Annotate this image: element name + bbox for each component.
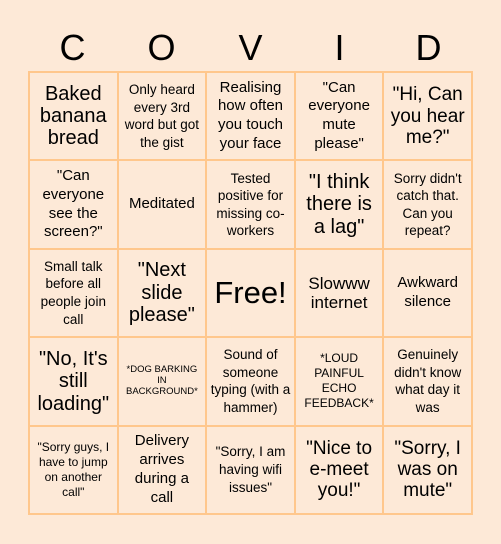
bingo-cell-text: *LOUD PAINFUL ECHO FEEDBACK* [304, 351, 374, 411]
bingo-cell[interactable]: "Hi, Can you hear me?" [383, 72, 472, 161]
bingo-cell-text: Meditated [128, 195, 195, 213]
header-letter-c: C [59, 27, 86, 68]
bingo-cell[interactable]: Sorry didn't catch that. Can you repeat? [383, 160, 472, 249]
bingo-cell-text: "No, It's still loading" [37, 347, 110, 415]
bingo-cell-text: "Can everyone see the screen?" [42, 167, 105, 241]
bingo-cell[interactable]: Only heard every 3rd word but got the gi… [117, 72, 207, 161]
bingo-cell[interactable]: "Sorry, I was on mute" [383, 425, 472, 514]
bingo-cell[interactable]: *LOUD PAINFUL ECHO FEEDBACK* [294, 337, 384, 426]
bingo-cell[interactable]: "I think there is a lag" [294, 160, 384, 249]
bingo-cell-text: *DOG BARKING IN BACKGROUND* [125, 364, 198, 397]
bingo-cell-text: "Hi, Can you hear me?" [390, 84, 465, 148]
header-letter-d: D [415, 27, 442, 68]
bingo-cell[interactable]: Meditated [117, 160, 207, 249]
bingo-cell-text: "Nice to e-meet you!" [306, 437, 373, 502]
header-letter-i: I [334, 27, 345, 68]
bingo-cell-text: Awkward silence [397, 274, 458, 310]
free-space-cell[interactable]: Free! [206, 248, 295, 338]
bingo-cell[interactable]: Sound of someone typing (with a hammer) [206, 337, 295, 426]
bingo-cell-text: Sound of someone typing (with a hammer) [210, 347, 291, 415]
bingo-cell[interactable]: "No, It's still loading" [29, 337, 118, 426]
bingo-cell[interactable]: "Nice to e-meet you!" [294, 425, 384, 514]
header-letter-o: O [147, 27, 176, 68]
bingo-cell-text: "Sorry, I was on mute" [394, 437, 461, 502]
header-letter-v: V [238, 27, 263, 68]
bingo-cell-text: "Can everyone mute please" [308, 78, 370, 152]
bingo-cell-text: Delivery arrives during a call [134, 432, 189, 506]
free-space-text: Free! [214, 274, 287, 310]
bingo-cell[interactable]: "Sorry, I am having wifi issues" [206, 425, 295, 514]
bingo-cell-text: Slowww internet [308, 273, 370, 312]
bingo-cell[interactable]: Realising how often you touch your face [206, 72, 295, 161]
bingo-cell[interactable]: Baked banana bread [29, 72, 118, 161]
bingo-cell-text: "Next slide please" [128, 259, 195, 327]
bingo-cell-text: "Sorry guys, I have to jump on another c… [37, 439, 110, 499]
bingo-cell[interactable]: Small talk before all people join call [29, 248, 118, 338]
bingo-cell-text: "Sorry, I am having wifi issues" [215, 444, 286, 495]
bingo-cell-text: Only heard every 3rd word but got the gi… [124, 82, 200, 150]
bingo-cell[interactable]: "Sorry guys, I have to jump on another c… [29, 425, 118, 514]
bingo-cell[interactable]: "Next slide please" [117, 248, 207, 338]
bingo-cell-text: Tested positive for missing co-workers [216, 170, 285, 239]
bingo-cell[interactable]: Tested positive for missing co-workers [206, 160, 295, 249]
bingo-cell[interactable]: Awkward silence [383, 248, 472, 338]
bingo-cell[interactable]: "Can everyone see the screen?" [29, 160, 118, 249]
bingo-header: C O V I D [28, 26, 473, 70]
bingo-cell[interactable]: Genuinely didn't know what day it was [383, 337, 472, 426]
bingo-cell[interactable]: Slowww internet [294, 248, 384, 338]
bingo-cell[interactable]: "Can everyone mute please" [294, 72, 384, 161]
bingo-cell-text: Sorry didn't catch that. Can you repeat? [393, 170, 462, 239]
bingo-cell[interactable]: Delivery arrives during a call [117, 425, 207, 514]
bingo-cell-text: "I think there is a lag" [306, 171, 372, 238]
bingo-cell-text: Baked banana bread [39, 82, 107, 150]
bingo-cell-text: Small talk before all people join call [40, 258, 106, 327]
bingo-card-grid: Baked banana bread Only heard every 3rd … [28, 71, 473, 515]
bingo-cell-text: Genuinely didn't know what day it was [394, 347, 462, 415]
bingo-cell[interactable]: *DOG BARKING IN BACKGROUND* [117, 337, 207, 426]
bingo-cell-text: Realising how often you touch your face [217, 78, 284, 152]
